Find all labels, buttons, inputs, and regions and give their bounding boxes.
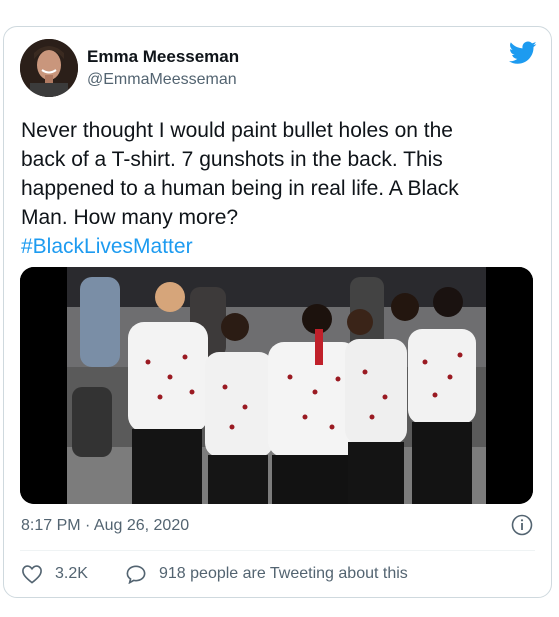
- author-handle[interactable]: @EmmaMeesseman: [87, 71, 237, 89]
- tweet-line: happened to a human being in real life. …: [21, 177, 459, 200]
- info-icon[interactable]: [511, 514, 533, 536]
- like-count: 3.2K: [55, 565, 88, 582]
- tweet-line: Never thought I would paint bullet holes…: [21, 119, 453, 142]
- divider: [20, 550, 535, 551]
- tweet-line: back of a T-shirt. 7 gunshots in the bac…: [21, 148, 443, 171]
- speech-bubble-icon: [126, 565, 146, 584]
- tweet-text: Never thought I would paint bullet holes…: [21, 116, 531, 261]
- avatar-photo-icon: [20, 39, 78, 97]
- tweet-line: Man. How many more?: [21, 206, 239, 229]
- tweeting-about-link[interactable]: 918 people are Tweeting about this: [125, 564, 408, 584]
- author-name[interactable]: Emma Meesseman: [87, 47, 239, 67]
- tweet-timestamp[interactable]: 8:17 PM · Aug 26, 2020: [21, 517, 189, 535]
- twitter-bird-icon[interactable]: [509, 41, 537, 65]
- heart-icon: [22, 565, 42, 584]
- author-avatar[interactable]: [20, 39, 78, 97]
- photo-players-in-painted-shirts-icon: [20, 267, 533, 504]
- tweet-media[interactable]: [20, 267, 533, 504]
- tweet-card[interactable]: Emma Meesseman @EmmaMeesseman Never thou…: [3, 26, 552, 598]
- hashtag-link[interactable]: #BlackLivesMatter: [21, 232, 531, 261]
- tweeting-about-text: 918 people are Tweeting about this: [159, 565, 408, 582]
- like-button[interactable]: 3.2K: [21, 564, 88, 584]
